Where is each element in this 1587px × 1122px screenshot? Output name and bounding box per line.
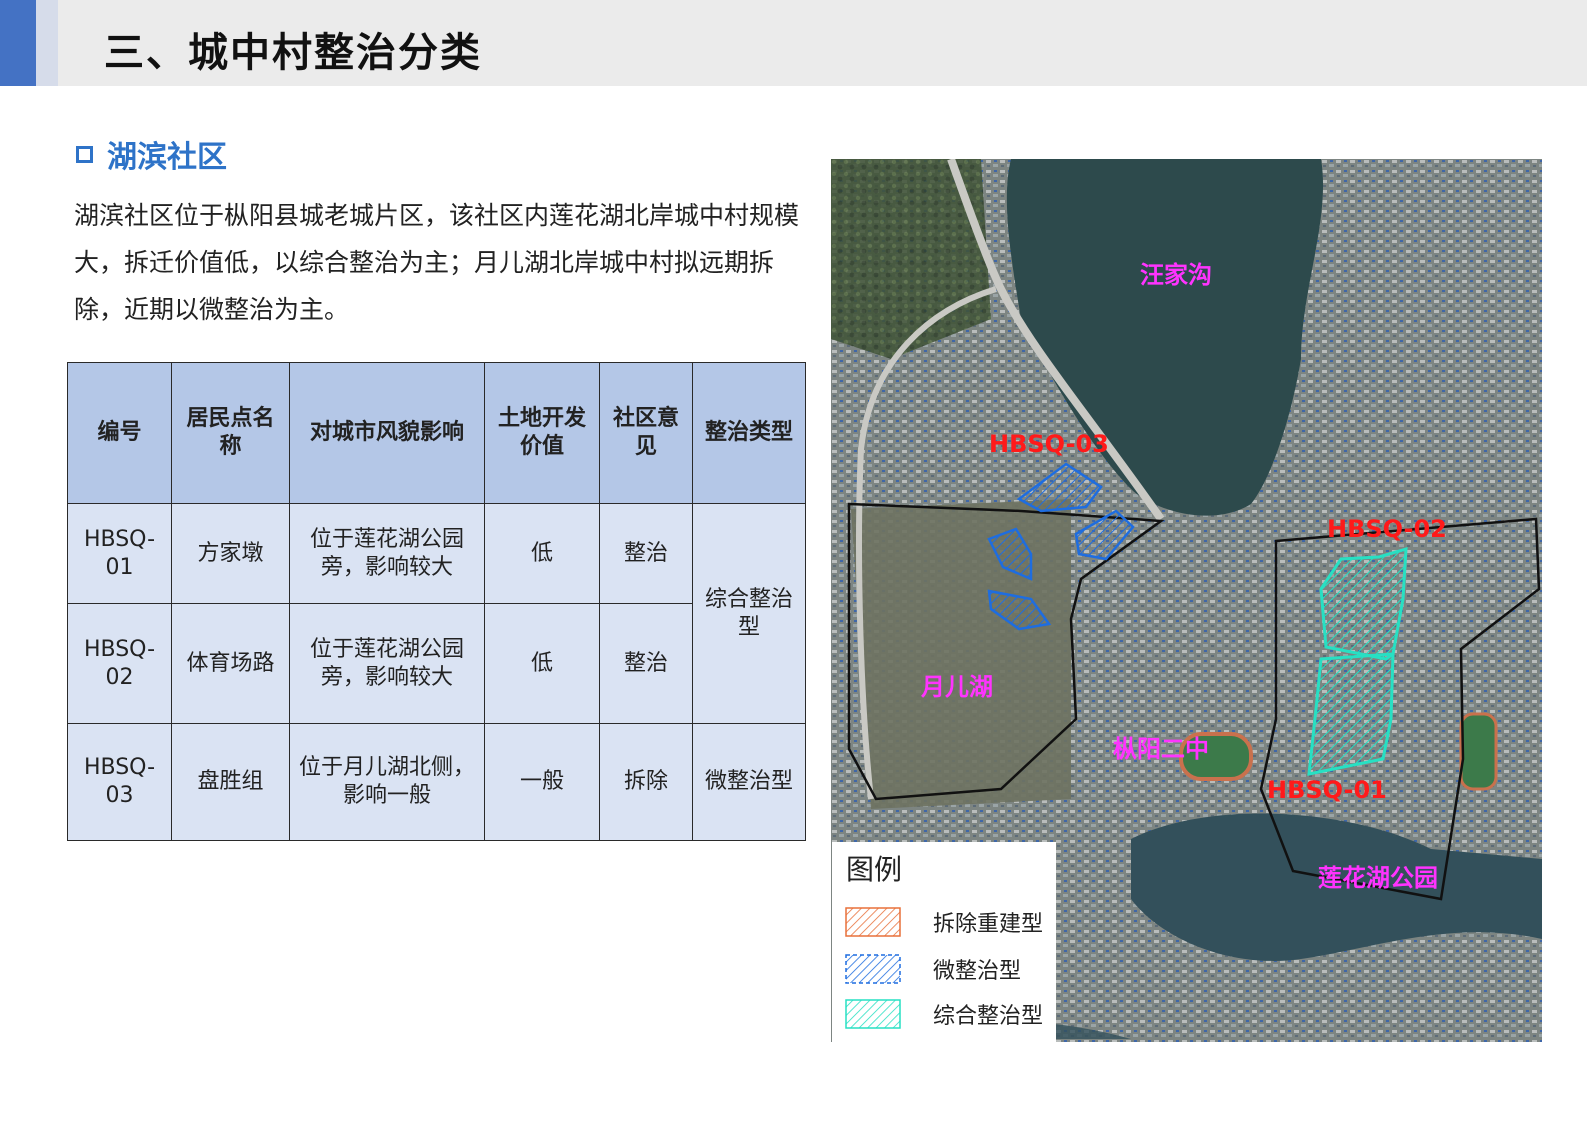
page-title: 三、城中村整治分类 bbox=[104, 30, 482, 76]
header-name: 居民点名称 bbox=[171, 362, 290, 504]
cell-impact: 位于莲花湖公园旁，影响较大 bbox=[289, 503, 485, 604]
legend-label: 综合整治型 bbox=[933, 1004, 1044, 1029]
cell-opinion: 拆除 bbox=[599, 723, 693, 841]
demolish-swatch-icon bbox=[845, 907, 901, 937]
header-code: 编号 bbox=[67, 362, 172, 504]
legend-item-micro: 微整治型 bbox=[845, 953, 1021, 985]
comprehensive-swatch-icon bbox=[845, 999, 901, 1029]
cell-opinion: 整治 bbox=[599, 503, 693, 604]
legend-item-comprehensive: 综合整治型 bbox=[845, 998, 1043, 1030]
cell-code: HBSQ-03 bbox=[67, 723, 172, 841]
cell-type: 微整治型 bbox=[692, 723, 806, 841]
label-hbsq01: HBSQ-01 bbox=[1267, 776, 1387, 804]
legend-title: 图例 bbox=[846, 853, 903, 886]
table-row: HBSQ-03 盘胜组 位于月儿湖北侧，影响一般 一般 拆除 微整治型 bbox=[67, 723, 806, 841]
cell-impact: 位于莲花湖公园旁，影响较大 bbox=[289, 603, 485, 724]
intro-paragraph: 湖滨社区位于枞阳县城老城片区，该社区内莲花湖北岸城中村规模大，拆迁价值低，以综合… bbox=[74, 201, 800, 324]
micro-swatch-icon bbox=[845, 954, 901, 984]
cell-impact: 位于月儿湖北侧，影响一般 bbox=[289, 723, 485, 841]
plot-hbsq01 bbox=[1307, 652, 1395, 776]
cell-code: HBSQ-02 bbox=[67, 603, 172, 724]
cell-value: 低 bbox=[484, 503, 600, 604]
cell-name: 体育场路 bbox=[171, 603, 290, 724]
section-title: 湖滨社区 bbox=[107, 140, 227, 175]
cell-type: 综合整治型 bbox=[692, 503, 806, 724]
table-header-row: 编号 居民点名称 对城市风貌影响 土地开发价值 社区意见 整治类型 bbox=[67, 362, 806, 504]
cell-opinion: 整治 bbox=[599, 603, 693, 724]
sports-field-east bbox=[1459, 712, 1498, 791]
header-bar: 三、城中村整治分类 bbox=[0, 0, 1587, 86]
header-value: 土地开发价值 bbox=[484, 362, 600, 504]
header-opinion: 社区意见 bbox=[599, 362, 693, 504]
label-lianhuahu: 莲花湖公园 bbox=[1318, 864, 1438, 892]
map-legend: 图例 拆除重建型 微整治型 综合整治型 bbox=[832, 842, 1056, 1042]
label-hbsq03: HBSQ-03 bbox=[989, 430, 1109, 458]
label-yuerhu: 月儿湖 bbox=[921, 673, 993, 701]
header-type: 整治类型 bbox=[692, 362, 806, 504]
label-zongyang2: 枞阳二中 bbox=[1113, 735, 1209, 763]
legend-label: 微整治型 bbox=[933, 959, 1022, 984]
cell-name: 方家墩 bbox=[171, 503, 290, 604]
legend-item-demolish: 拆除重建型 bbox=[845, 906, 1043, 938]
header-impact: 对城市风貌影响 bbox=[289, 362, 485, 504]
section-heading: 湖滨社区 bbox=[76, 134, 227, 175]
checkbox-square-icon bbox=[76, 145, 93, 163]
cell-code: HBSQ-01 bbox=[67, 503, 172, 604]
label-hbsq02: HBSQ-02 bbox=[1327, 515, 1447, 543]
cell-name: 盘胜组 bbox=[171, 723, 290, 841]
label-wangjiagou: 汪家沟 bbox=[1140, 261, 1212, 289]
header-accent-light bbox=[36, 0, 58, 86]
classification-table: 编号 居民点名称 对城市风貌影响 土地开发价值 社区意见 整治类型 HBSQ-0… bbox=[67, 362, 806, 841]
legend-label: 拆除重建型 bbox=[933, 912, 1044, 937]
header-accent bbox=[0, 0, 36, 86]
yuerhu-field bbox=[851, 499, 1071, 809]
table-row: HBSQ-01 方家墩 位于莲花湖公园旁，影响较大 低 整治 综合整治型 bbox=[67, 503, 806, 724]
cell-value: 低 bbox=[484, 603, 600, 724]
cell-value: 一般 bbox=[484, 723, 600, 841]
